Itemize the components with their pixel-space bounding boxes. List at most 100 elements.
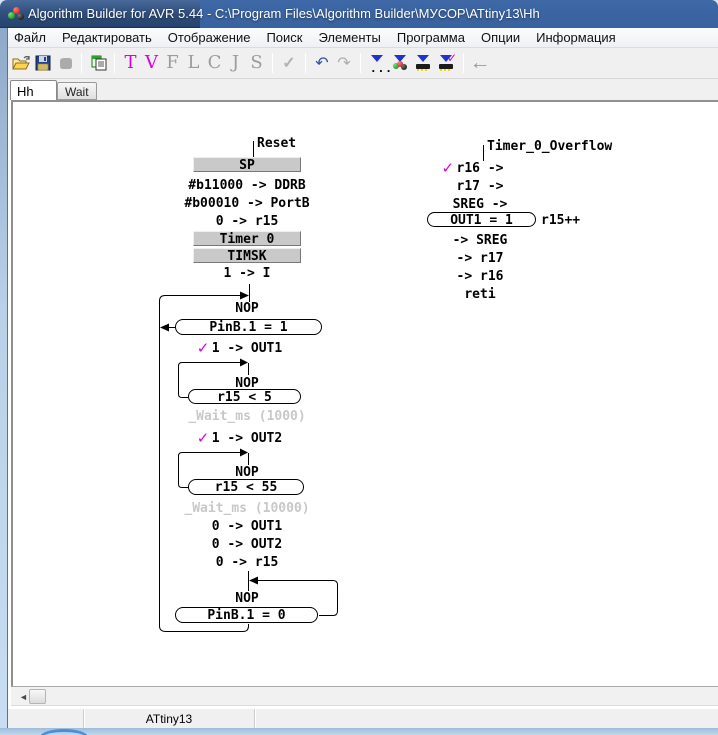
- flow-text-out1[interactable]: ✓1 -> OUT1: [212, 342, 282, 355]
- flow-box-timer0[interactable]: Timer 0: [193, 231, 301, 246]
- chip-icon: [416, 64, 430, 69]
- element-field-button: F: [162, 51, 183, 75]
- algorithm-canvas[interactable]: [13, 102, 718, 686]
- flow-condition-pinb1-eq-1[interactable]: PinB.1 = 1: [175, 319, 322, 335]
- element-condition-button: C: [204, 51, 225, 75]
- status-panel-3: [255, 709, 718, 728]
- redo-button: ↷: [333, 51, 355, 75]
- app-icon[interactable]: [8, 7, 24, 21]
- flow-text-nop[interactable]: NOP: [235, 592, 258, 605]
- toolbar-separator: [114, 53, 115, 73]
- menu-file[interactable]: Файл: [6, 28, 54, 47]
- flow-text[interactable]: 0 -> r15: [216, 215, 279, 228]
- flow-text-nop[interactable]: NOP: [235, 466, 258, 479]
- compile-options-button[interactable]: ...: [368, 54, 387, 72]
- program-chip-button[interactable]: [414, 54, 433, 72]
- blue-triangle-icon: [417, 55, 429, 62]
- disabled-tool-button: [54, 51, 76, 75]
- flow-text-r16-push[interactable]: ✓r16 ->: [457, 162, 504, 175]
- flow-text-nop[interactable]: NOP: [235, 302, 258, 315]
- status-panel-1: [8, 709, 84, 728]
- flow-text-out2[interactable]: ✓1 -> OUT2: [212, 432, 282, 445]
- element-label-button: L: [183, 51, 204, 75]
- menu-options[interactable]: Опции: [473, 28, 528, 47]
- open-folder-icon: [12, 55, 31, 71]
- window-title-path: C:\Program Files\Algorithm Builder\МУСОР…: [215, 6, 540, 21]
- app-window: Algorithm Builder for AVR 5.44 - C:\Prog…: [0, 0, 718, 735]
- menu-program[interactable]: Программа: [389, 28, 473, 47]
- flow-text[interactable]: #b11000 -> DDRB: [188, 179, 305, 192]
- menu-search[interactable]: Поиск: [258, 28, 310, 47]
- flow-text[interactable]: -> r17: [457, 252, 504, 265]
- menu-info[interactable]: Информация: [528, 28, 624, 47]
- open-file-button[interactable]: [10, 51, 32, 75]
- flow-text[interactable]: r17 ->: [457, 180, 504, 193]
- tab-wait[interactable]: Wait: [57, 82, 97, 100]
- flow-text[interactable]: SREG ->: [453, 198, 508, 211]
- flow-text-label: 1 -> OUT1: [212, 341, 282, 356]
- element-text-button[interactable]: T: [120, 51, 141, 75]
- menu-elements[interactable]: Элементы: [310, 28, 388, 47]
- back-arrow-button[interactable]: ←: [469, 51, 491, 75]
- toolbar-separator: [272, 53, 273, 73]
- flow-condition-out1-eq-1[interactable]: OUT1 = 1: [427, 212, 536, 227]
- status-bar: ATtiny13: [8, 708, 718, 728]
- flow-condition-r15-lt-5[interactable]: r15 < 5: [188, 389, 301, 404]
- tab-hh[interactable]: Hh: [10, 80, 57, 100]
- flow-text[interactable]: 0 -> OUT1: [212, 520, 282, 533]
- element-setter-button: S: [246, 51, 267, 75]
- flow-text[interactable]: 0 -> OUT2: [212, 538, 282, 551]
- flow-text[interactable]: -> r16: [457, 270, 504, 283]
- menu-view[interactable]: Отображение: [160, 28, 259, 47]
- toolbar-separator: [463, 53, 464, 73]
- menu-edit[interactable]: Редактировать: [54, 28, 160, 47]
- flow-condition-pinb1-eq-0[interactable]: PinB.1 = 0: [175, 607, 318, 623]
- window-border-left: [0, 28, 8, 728]
- undo-button[interactable]: ↶: [311, 51, 333, 75]
- app-icon-black-ball: [17, 13, 24, 20]
- app-icon-green-ball: [8, 12, 15, 19]
- menu-bar: Файл Редактировать Отображение Поиск Эле…: [0, 28, 718, 48]
- verify-chip-button[interactable]: ✓: [437, 54, 456, 72]
- flow-box-sp[interactable]: SP: [193, 157, 301, 172]
- flow-box-timsk[interactable]: TIMSK: [193, 248, 301, 263]
- flow-text-reti[interactable]: reti: [464, 288, 495, 301]
- copy-template-button[interactable]: [87, 51, 109, 75]
- flow-side-text-r15-increment[interactable]: r15++: [541, 213, 580, 228]
- entry-label-timer0-overflow[interactable]: Timer_0_Overflow: [487, 139, 612, 154]
- flow-text-label: 1 -> OUT2: [212, 431, 282, 446]
- dots-icon: ...: [370, 62, 393, 75]
- flow-text-wait-ms-10000[interactable]: _Wait_ms (10000): [184, 502, 309, 515]
- flow-text-wait-ms-1000[interactable]: _Wait_ms (1000): [188, 410, 305, 423]
- window-title-prefix: Algorithm Builder for AVR 5.44 -: [28, 6, 215, 21]
- flow-text[interactable]: 1 -> I: [224, 267, 271, 280]
- flow-text[interactable]: -> SREG: [453, 234, 508, 247]
- toolbar-separator: [81, 53, 82, 73]
- window-title: Algorithm Builder for AVR 5.44 - C:\Prog…: [28, 6, 540, 21]
- toolbar-separator: [360, 53, 361, 73]
- window-border-bottom: [0, 728, 718, 735]
- toolbar: T V F L C J S ✓ ↶ ↷ ... ✓: [0, 48, 718, 79]
- flow-text[interactable]: #b00010 -> PortB: [184, 197, 309, 210]
- scrollbar-thumb[interactable]: [29, 689, 46, 704]
- element-jump-button: J: [225, 51, 246, 75]
- title-bar[interactable]: Algorithm Builder for AVR 5.44 - C:\Prog…: [0, 0, 718, 28]
- copy-pages-icon: [90, 55, 107, 71]
- tab-strip: Hh Wait: [0, 79, 718, 100]
- breakpoint-check-icon: ✓: [442, 159, 455, 177]
- horizontal-scrollbar[interactable]: ◄: [11, 687, 718, 706]
- scroll-left-arrow-icon[interactable]: ◄: [19, 692, 28, 702]
- save-file-button[interactable]: [32, 51, 54, 75]
- breakpoint-check-icon: ✓: [197, 429, 210, 447]
- apply-check-button: ✓: [278, 51, 300, 75]
- breakpoint-check-icon: ✓: [197, 339, 210, 357]
- element-vertex-button[interactable]: V: [141, 51, 162, 75]
- flow-condition-r15-lt-55[interactable]: r15 < 55: [188, 479, 304, 495]
- toolbar-separator: [305, 53, 306, 73]
- flow-text[interactable]: 0 -> r15: [216, 556, 279, 569]
- compile-button[interactable]: [391, 54, 410, 72]
- entry-label-reset[interactable]: Reset: [257, 136, 296, 151]
- black-ball-icon: [401, 64, 407, 70]
- flow-text-label: r16 ->: [457, 161, 504, 176]
- magenta-check-icon: ✓: [447, 51, 457, 65]
